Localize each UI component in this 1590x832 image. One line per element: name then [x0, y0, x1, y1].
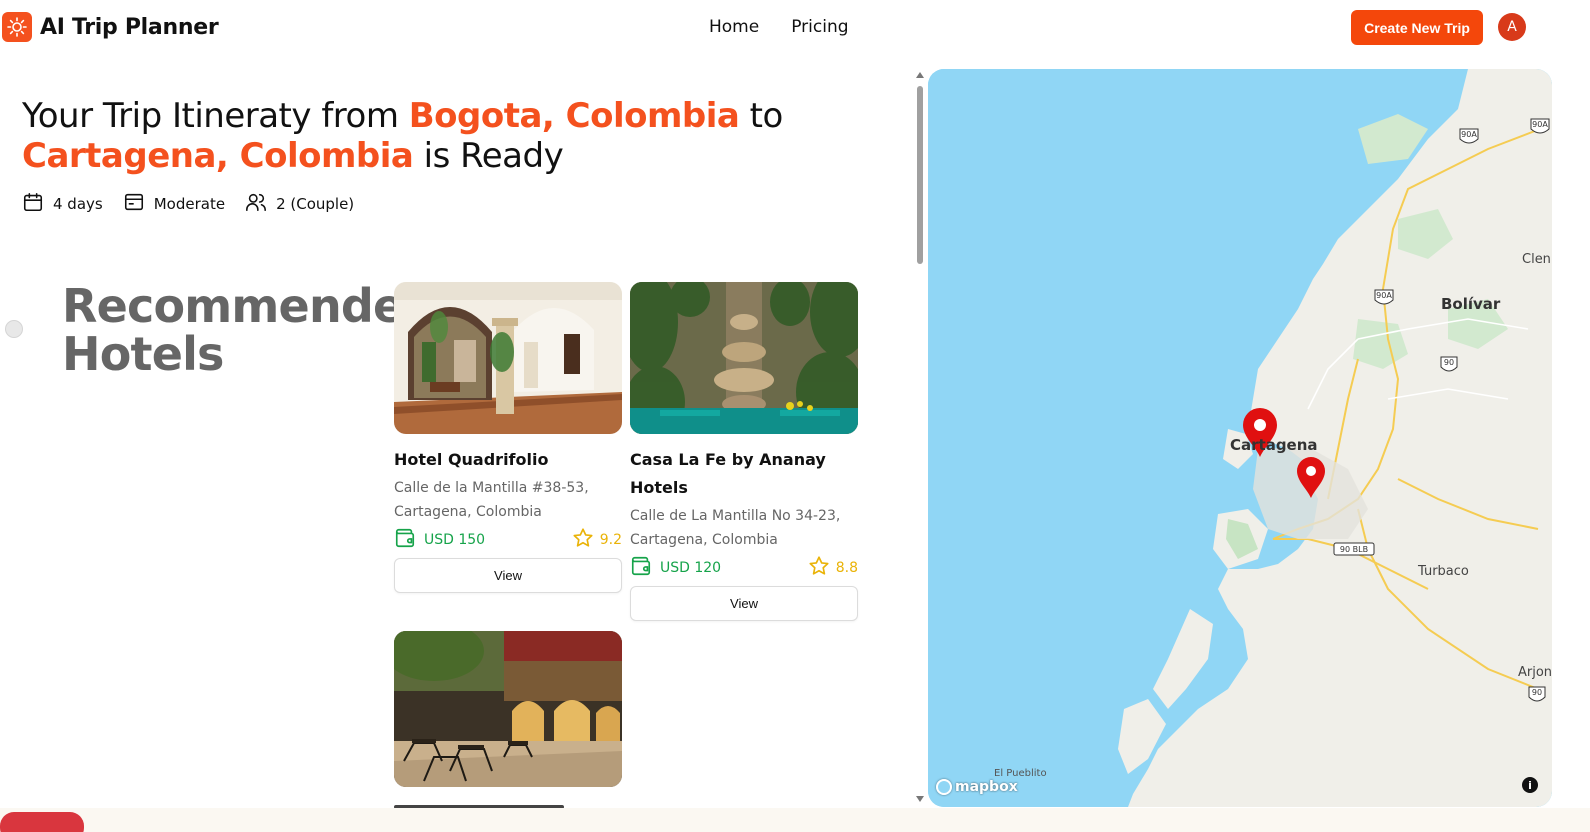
timeline-dot [5, 320, 23, 338]
hotel-address: Calle de la Mantilla #38-53, Cartagena, … [394, 480, 589, 520]
floating-pill-button[interactable] [0, 812, 84, 832]
hotel-price: USD 120 [630, 555, 721, 581]
hotel-rating: 9.2 [572, 527, 622, 553]
hotel-card [394, 631, 622, 787]
hotel-price-label: USD 120 [660, 560, 722, 576]
page-title: Your Trip Itineraty from Bogota, Colombi… [22, 96, 842, 176]
view-hotel-button[interactable]: View [394, 558, 622, 593]
app-title: AI Trip Planner [40, 14, 219, 40]
route-badge: 90A [1459, 128, 1479, 144]
map-label-arjona: Arjona [1518, 665, 1552, 680]
scrollbar-thumb[interactable] [917, 86, 923, 264]
map-label-turbaco: Turbaco [1418, 564, 1469, 579]
hotel-image[interactable] [394, 282, 622, 434]
mapbox-attribution[interactable]: mapbox [936, 779, 1018, 795]
hotel-price-rating: USD 120 8.8 [630, 556, 858, 580]
title-middle: to [739, 96, 784, 136]
user-avatar[interactable]: A [1498, 13, 1526, 41]
itinerary-panel: Your Trip Itineraty from Bogota, Colombi… [0, 56, 912, 832]
hotel-rating: 8.8 [808, 555, 858, 581]
scroll-up-arrow-icon[interactable] [916, 72, 924, 78]
route-badge: 90 BLB [1333, 542, 1375, 556]
trip-budget: Moderate [123, 191, 225, 217]
hotel-name: Hotel Quadrifolio [394, 450, 549, 469]
wallet-icon [123, 191, 145, 217]
calendar-icon [22, 191, 44, 217]
hotel-card: Casa La Fe by Ananay Hotels Calle de La … [630, 282, 858, 621]
wallet-icon [630, 555, 652, 581]
travelers-label: 2 (Couple) [276, 195, 355, 213]
title-prefix: Your Trip Itineraty from [22, 96, 409, 136]
title-suffix: is Ready [413, 136, 564, 176]
star-icon [572, 527, 594, 553]
route-badge: 90A [1374, 289, 1394, 305]
svg-text:90A: 90A [1461, 130, 1477, 139]
duration-label: 4 days [53, 195, 103, 213]
nav-pricing-link[interactable]: Pricing [791, 17, 848, 37]
view-hotel-button[interactable]: View [630, 586, 858, 621]
users-icon [245, 191, 267, 217]
hotel-price-label: USD 150 [424, 532, 486, 548]
wallet-icon [394, 527, 416, 553]
top-navbar: AI Trip Planner Home Pricing Create New … [0, 0, 1590, 56]
svg-text:90: 90 [1532, 688, 1542, 697]
hotel-image[interactable] [394, 631, 622, 787]
svg-text:90: 90 [1444, 358, 1454, 367]
nav-home-link[interactable]: Home [709, 17, 759, 37]
hotel-name: Casa La Fe by Ananay Hotels [630, 450, 826, 497]
hotel-image[interactable] [630, 282, 858, 434]
main-nav: Home Pricing [709, 17, 849, 37]
route-badge: 90 [1440, 356, 1458, 372]
scroll-down-arrow-icon[interactable] [916, 796, 924, 802]
map-label-bolivar: Bolívar [1441, 295, 1501, 313]
hotel-rating-value: 9.2 [599, 532, 622, 548]
section-title-hotels: Recommended Hotels [62, 279, 436, 381]
trip-origin: Bogota, Colombia [408, 96, 740, 136]
app-logo[interactable]: AI Trip Planner [2, 12, 219, 42]
star-icon [808, 555, 830, 581]
bottom-strip [0, 808, 1590, 832]
trip-destination: Cartagena, Colombia [22, 136, 414, 176]
trip-travelers: 2 (Couple) [245, 191, 354, 217]
hotel-card: Hotel Quadrifolio Calle de la Mantilla #… [394, 282, 622, 593]
hotel-price-rating: USD 150 9.2 [394, 528, 622, 552]
svg-text:90A: 90A [1532, 120, 1548, 129]
trip-duration: 4 days [22, 191, 103, 217]
map-label-clemencia: Clen [1522, 252, 1551, 267]
route-badge: 90A [1530, 118, 1550, 134]
mapbox-logo-icon [936, 779, 952, 795]
hotel-price: USD 150 [394, 527, 485, 553]
hotel-rating-value: 8.8 [835, 560, 858, 576]
create-new-trip-button[interactable]: Create New Trip [1351, 10, 1483, 45]
trip-map[interactable]: 90A 90A 90A 90 90 BLB 90 Bolívar Cartage… [928, 69, 1552, 807]
map-label-el-pueblito: El Pueblito [994, 768, 1047, 779]
svg-text:90 BLB: 90 BLB [1340, 545, 1368, 554]
trip-meta: 4 days Moderate 2 (Couple) [22, 191, 354, 217]
svg-text:90A: 90A [1376, 291, 1392, 300]
mapbox-wordmark: mapbox [955, 779, 1018, 795]
map-info-icon[interactable]: i [1522, 777, 1538, 793]
map-label-cartagena: Cartagena [1230, 436, 1318, 454]
route-badge: 90 [1528, 686, 1546, 702]
logo-sun-icon [2, 12, 32, 42]
left-panel-scrollbar[interactable] [912, 72, 928, 808]
hotel-address: Calle de La Mantilla No 34-23, Cartagena… [630, 508, 841, 548]
budget-label: Moderate [153, 195, 226, 213]
